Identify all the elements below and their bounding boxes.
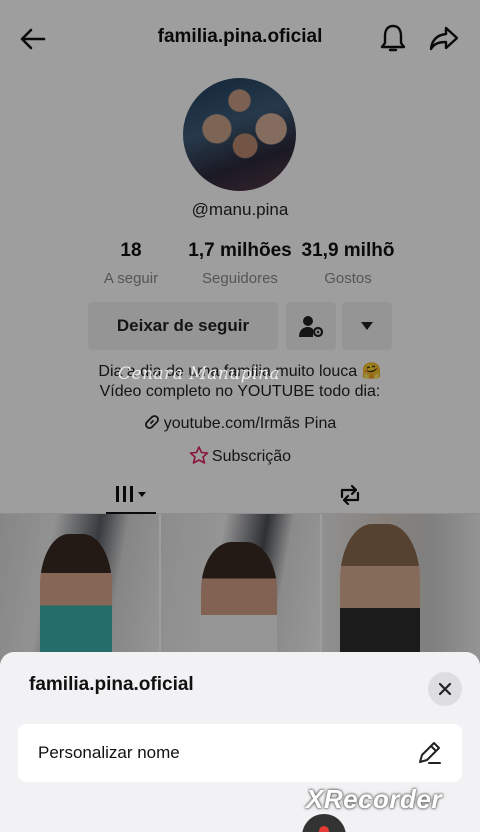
close-button[interactable]	[428, 672, 462, 706]
recorder-watermark: XRecorder	[306, 784, 442, 814]
watermark-text: Cenara Manupina	[118, 364, 281, 384]
customize-name-option[interactable]: Personalizar nome	[18, 724, 462, 782]
close-icon	[438, 682, 452, 696]
sheet-title: familia.pina.oficial	[29, 674, 194, 695]
customize-name-label: Personalizar nome	[38, 743, 180, 762]
pencil-icon	[419, 742, 441, 764]
